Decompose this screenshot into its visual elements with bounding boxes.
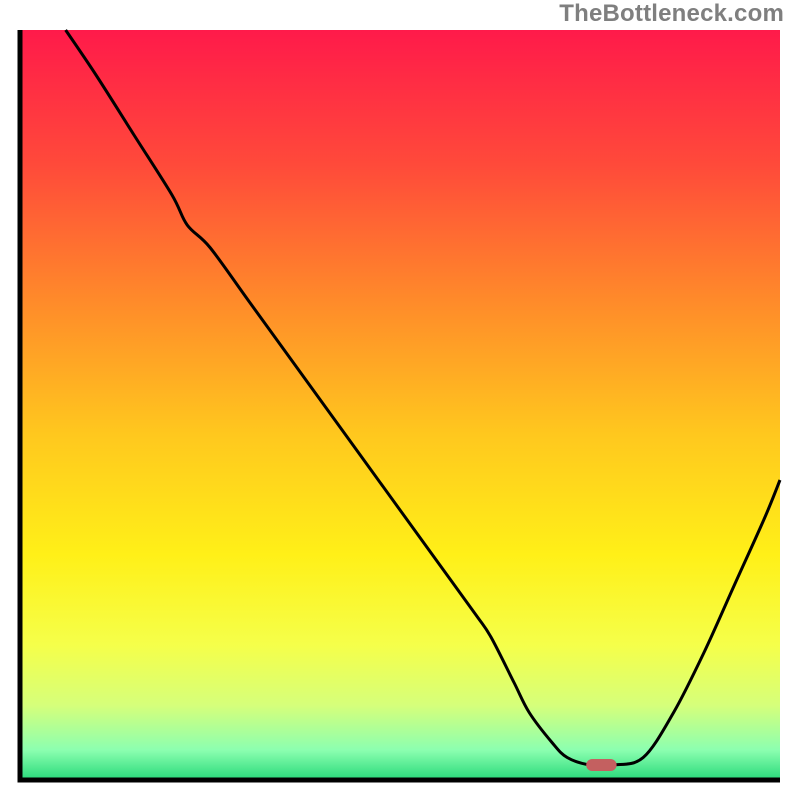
plot-background bbox=[20, 30, 780, 780]
watermark-text: TheBottleneck.com bbox=[559, 0, 784, 28]
bottleneck-chart bbox=[0, 0, 800, 800]
optimum-marker bbox=[586, 759, 616, 771]
chart-container: TheBottleneck.com bbox=[0, 0, 800, 800]
